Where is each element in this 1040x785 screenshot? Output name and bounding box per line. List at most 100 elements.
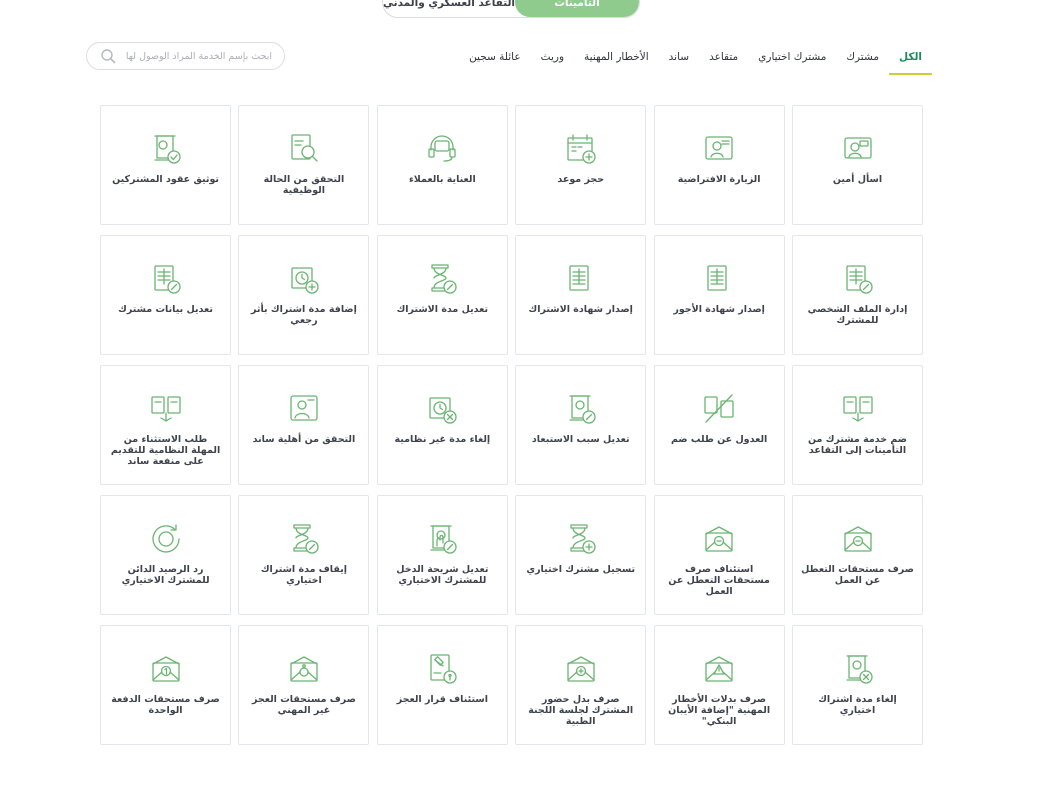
service-card[interactable]: تعديل بيانات مشترك (100, 235, 232, 355)
service-card[interactable]: تعديل سبب الاستبعاد (515, 365, 647, 485)
clock-add-icon (287, 262, 321, 296)
service-card[interactable]: الزيارة الافتراضية (653, 105, 785, 225)
service-label: صرف مستحقات العجز غير المهني (251, 694, 356, 716)
service-card[interactable]: توثيق عقود المشتركين (100, 105, 232, 225)
tab-2[interactable]: مشترك اختياري (748, 46, 836, 75)
hourglass-add-icon (564, 522, 598, 556)
service-label: توثيق عقود المشتركين (112, 174, 219, 185)
tab-3[interactable]: متقاعد (699, 46, 748, 75)
service-label: صرف بدل حضور المشترك لجلسة اللجنة الطبية (528, 694, 634, 727)
service-label: طلب الاستثناء من المهلة النظامية للتقديم… (110, 434, 221, 467)
service-card[interactable]: حجز موعد (515, 105, 647, 225)
files-transfer-icon (149, 392, 183, 426)
service-card[interactable]: إدارة الملف الشخصي للمشترك (792, 235, 923, 355)
service-card[interactable]: التحقق من أهلية ساند (238, 365, 370, 485)
services-grid: اسأل أمين الزيارة الافتراضية حجز موعد العنا… (100, 105, 923, 745)
search-icon[interactable] (99, 47, 117, 65)
service-label: إصدار شهادة الاشتراك (528, 304, 633, 315)
service-label: تعديل مدة الاشتراك (396, 304, 489, 315)
service-label: استئناف صرف مستحقات التعطل عن العمل (668, 564, 770, 597)
segmented-switch: التأمينات التقاعد العسكري والمدني (382, 0, 640, 18)
tab-4[interactable]: ساند (659, 46, 699, 75)
service-card[interactable]: تسجيل مشترك اختياري (515, 495, 647, 615)
filter-tabs: الكل مشترك مشترك اختياري متقاعد ساند الأخطار … (459, 46, 933, 76)
service-card[interactable]: استئناف صرف مستحقات التعطل عن العمل (653, 495, 785, 615)
service-card[interactable]: صرف بدل حضور المشترك لجلسة اللجنة الطبية (515, 625, 647, 745)
envelope-disability-icon (287, 652, 321, 686)
envelope-medical-icon (564, 652, 598, 686)
calendar-add-icon (564, 132, 598, 166)
service-label: إلغاء مدة اشتراك اختياري (818, 694, 897, 716)
service-label: حجز موعد (557, 174, 605, 185)
service-card[interactable]: إصدار شهادة الاشتراك (515, 235, 647, 355)
service-label: تعديل بيانات مشترك (118, 304, 213, 315)
hourglass-edit-icon (425, 262, 459, 296)
service-card[interactable]: ضم خدمة مشترك من التأمينات إلى التقاعد (792, 365, 923, 485)
service-card[interactable]: إلغاء مدة غير نظامية (376, 365, 508, 485)
file-edit-icon (149, 262, 183, 296)
scroll-remove-icon (841, 652, 875, 686)
service-card[interactable]: العدول عن طلب ضم (653, 365, 785, 485)
spreadsheet-icon (702, 262, 736, 296)
service-card[interactable]: العناية بالعملاء (376, 105, 508, 225)
scroll-edit-icon (564, 392, 598, 426)
service-card[interactable]: استئناف قرار العجز (376, 625, 508, 745)
service-label: التحقق من الحالة الوظيفية (263, 174, 345, 196)
service-label: استئناف قرار العجز (396, 694, 488, 705)
envelope-one-icon (149, 652, 183, 686)
service-label: اسأل أمين (832, 174, 883, 185)
file-edit-icon (841, 262, 875, 296)
service-card[interactable]: إضافة مدة اشتراك بأثر رجعي (238, 235, 370, 355)
service-label: إصدار شهادة الأجور (673, 304, 765, 315)
service-card[interactable]: صرف مستحقات العجز غير المهني (238, 625, 370, 745)
service-card[interactable]: رد الرصيد الدائن للمشترك الاختياري (100, 495, 232, 615)
envelope-money-icon (841, 522, 875, 556)
service-label: رد الرصيد الدائن للمشترك الاختياري (121, 564, 210, 586)
chat-agent-icon (841, 132, 875, 166)
service-label: إلغاء مدة غير نظامية (394, 434, 491, 445)
tab-5[interactable]: الأخطار المهنية (574, 46, 659, 75)
segment-retirement[interactable]: التقاعد العسكري والمدني (383, 0, 515, 17)
service-label: إيقاف مدة اشتراك اختياري (260, 564, 348, 586)
search-input[interactable] (125, 50, 272, 62)
headset-icon (425, 132, 459, 166)
clock-remove-icon (425, 392, 459, 426)
hourglass-stop-icon (287, 522, 321, 556)
tab-7[interactable]: عائلة سجين (459, 46, 531, 75)
service-label: العناية بالعملاء (408, 174, 476, 185)
agent-card-icon (287, 392, 321, 426)
service-card[interactable]: صرف مستحقات الدفعة الواحدة (100, 625, 232, 745)
document-search-icon (287, 132, 321, 166)
service-label: الزيارة الافتراضية (677, 174, 761, 185)
service-card[interactable]: إلغاء مدة اشتراك اختياري (792, 625, 923, 745)
service-label: صرف بدلات الأخطار المهنية "إضافة الأيبان… (668, 694, 771, 727)
search-box (86, 42, 285, 70)
envelope-money-icon (702, 522, 736, 556)
contract-verify-icon (149, 132, 183, 166)
service-card[interactable]: اسأل أمين (792, 105, 923, 225)
refresh-coin-icon (149, 522, 183, 556)
tab-1[interactable]: مشترك (836, 46, 889, 75)
video-call-icon (702, 132, 736, 166)
service-label: إدارة الملف الشخصي للمشترك (807, 304, 908, 326)
service-card[interactable]: صرف مستحقات التعطل عن العمل (792, 495, 923, 615)
service-card[interactable]: إيقاف مدة اشتراك اختياري (238, 495, 370, 615)
service-label: التحقق من أهلية ساند (252, 434, 356, 445)
service-card[interactable]: طلب الاستثناء من المهلة النظامية للتقديم… (100, 365, 232, 485)
service-card[interactable]: تعديل شريحة الدخل للمشترك الاختياري (376, 495, 508, 615)
service-label: إضافة مدة اشتراك بأثر رجعي (251, 304, 357, 326)
service-card[interactable]: إصدار شهادة الأجور (653, 235, 785, 355)
service-label: ضم خدمة مشترك من التأمينات إلى التقاعد (807, 434, 907, 456)
service-label: العدول عن طلب ضم (670, 434, 768, 445)
service-card[interactable]: صرف بدلات الأخطار المهنية "إضافة الأيبان… (653, 625, 785, 745)
spreadsheet-icon (564, 262, 598, 296)
envelope-alert-icon (702, 652, 736, 686)
service-card[interactable]: تعديل مدة الاشتراك (376, 235, 508, 355)
gavel-doc-icon (425, 652, 459, 686)
tab-0[interactable]: الكل (888, 46, 933, 75)
service-label: تعديل شريحة الدخل للمشترك الاختياري (396, 564, 489, 586)
service-card[interactable]: التحقق من الحالة الوظيفية (238, 105, 370, 225)
segment-insurance[interactable]: التأمينات (515, 0, 639, 17)
tab-6[interactable]: وريث (531, 46, 574, 75)
files-cancel-icon (702, 392, 736, 426)
